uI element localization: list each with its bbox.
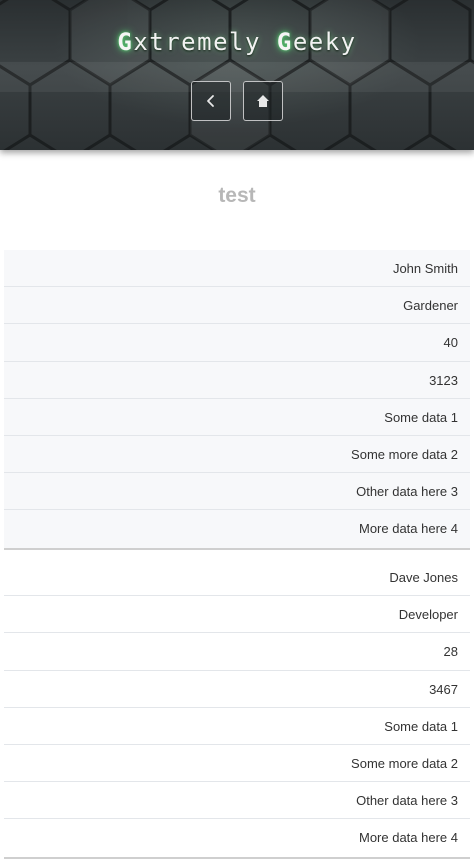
field-data-3: Other data here 3 xyxy=(4,782,470,820)
field-data-1: Some data 1 xyxy=(4,707,470,745)
field-occupation: Gardener xyxy=(4,287,470,325)
record-card: John Smith Gardener 40 3123 Some data 1 … xyxy=(4,250,470,550)
back-button[interactable] xyxy=(191,81,231,121)
field-age: 28 xyxy=(4,633,470,671)
field-age: 40 xyxy=(4,324,470,362)
field-data-3: Other data here 3 xyxy=(4,473,470,511)
home-button[interactable] xyxy=(243,81,283,121)
field-data-2: Some more data 2 xyxy=(4,435,470,474)
logo-band xyxy=(0,62,474,92)
logo-mark-1: G xyxy=(117,28,134,56)
field-data-4: More data here 4 xyxy=(4,819,470,857)
home-icon xyxy=(257,95,269,107)
logo-mark-2: G xyxy=(276,28,293,56)
field-data-4: More data here 4 xyxy=(4,510,470,548)
logo-word-2: eeky xyxy=(292,28,357,56)
field-data-1: Some data 1 xyxy=(4,398,470,436)
field-name: John Smith xyxy=(4,250,470,288)
field-data-2: Some more data 2 xyxy=(4,744,470,783)
field-name: Dave Jones xyxy=(4,559,470,597)
chevron-left-icon xyxy=(207,95,214,107)
site-logo[interactable]: Gxtremely Geeky xyxy=(0,28,474,56)
record-card: Dave Jones Developer 28 3467 Some data 1… xyxy=(4,559,470,859)
page-title: test xyxy=(218,184,256,207)
field-number: 3467 xyxy=(4,670,470,708)
field-occupation: Developer xyxy=(4,596,470,634)
header: Gxtremely Geeky xyxy=(0,0,474,150)
logo-word-1: xtremely xyxy=(133,28,261,56)
field-number: 3123 xyxy=(4,361,470,399)
